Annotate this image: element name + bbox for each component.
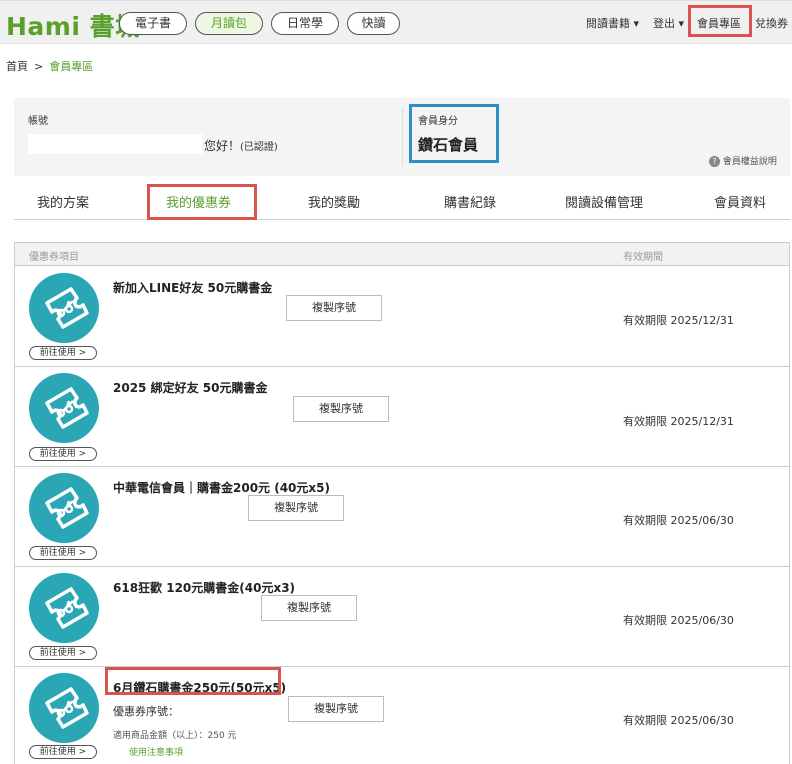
go-use-button[interactable]: 前往使用 > <box>29 447 97 461</box>
nav-quickread[interactable]: 快讀 <box>347 12 400 35</box>
col-expiry: 有效期間 <box>623 252 663 263</box>
help-icon: ? <box>709 156 720 167</box>
table-header: 優惠券項目 有效期間 <box>15 243 789 266</box>
tab-my-rewards[interactable]: 我的獎勵 <box>308 192 360 211</box>
account-label: 帳號 <box>28 116 48 127</box>
copy-serial-button[interactable]: 複製序號 <box>288 696 384 722</box>
member-rights-link[interactable]: ? 會員權益說明 <box>709 154 777 167</box>
serial-label: 優惠券序號： <box>113 705 179 718</box>
caret-down-icon: ▾ <box>678 17 685 30</box>
nav-ebook[interactable]: 電子書 <box>119 12 187 35</box>
top-bar: Hami 書城 電子書 月讀包 日常學 快讀 閱讀書籍 ▾ 登出 ▾ 會員專區 … <box>0 0 792 44</box>
breadcrumb-home[interactable]: 首頁 <box>6 60 28 73</box>
coupon-title: 618狂歡 120元購書金(40元x3) <box>113 581 296 595</box>
breadcrumb: 首頁 > 會員專區 <box>6 60 94 73</box>
nav-daily[interactable]: 日常學 <box>271 12 339 35</box>
copy-serial-button[interactable]: 複製序號 <box>286 295 382 321</box>
tab-purchase-history[interactable]: 購書紀錄 <box>444 192 496 211</box>
table-row: 前往使用 > 新加入LINE好友 50元購書金 複製序號 有效期限 2025/1… <box>15 267 789 367</box>
account-name-redacted <box>28 134 202 154</box>
logout-menu[interactable]: 登出 ▾ <box>653 15 684 31</box>
copy-serial-button[interactable]: 複製序號 <box>248 495 344 521</box>
member-tabs: 我的方案 我的優惠券 我的獎勵 購書紀錄 閱讀設備管理 會員資料 <box>14 182 790 220</box>
coupon-expiry: 有效期限 2025/06/30 <box>623 714 734 727</box>
go-use-button[interactable]: 前往使用 > <box>29 646 97 660</box>
coupon-ticket-icon <box>29 373 99 443</box>
member-zone-highlight <box>688 5 752 37</box>
usage-notes-link[interactable]: 使用注意事項 <box>129 745 183 758</box>
go-use-button[interactable]: 前往使用 > <box>29 546 97 560</box>
coupon-ticket-icon <box>29 473 99 543</box>
tab-member-profile[interactable]: 會員資料 <box>714 192 766 211</box>
caret-down-icon: ▾ <box>633 17 640 30</box>
tab-device-management[interactable]: 閱讀設備管理 <box>565 192 643 211</box>
coupon-title: 2025 綁定好友 50元購書金 <box>113 381 268 395</box>
go-use-button[interactable]: 前往使用 > <box>29 346 97 360</box>
coupon-expiry: 有效期限 2025/12/31 <box>623 415 734 428</box>
breadcrumb-current: 會員專區 <box>49 60 94 73</box>
coupons-tab-highlight <box>147 184 257 220</box>
table-row: 前往使用 > 618狂歡 120元購書金(40元x3) 複製序號 有效期限 20… <box>15 567 789 667</box>
min-amount: 適用商品金額（以上）：250 元 <box>113 731 237 741</box>
member-info-panel: 帳號 您好！(已認證) 會員身分 鑽石會員 ? 會員權益說明 <box>14 98 790 176</box>
tab-my-plan[interactable]: 我的方案 <box>37 192 89 211</box>
coupon-title: 新加入LINE好友 50元購書金 <box>113 281 273 295</box>
nav-monthly[interactable]: 月讀包 <box>195 12 263 35</box>
coupon-title-highlight <box>105 667 281 695</box>
divider <box>402 108 403 166</box>
copy-serial-button[interactable]: 複製序號 <box>293 396 389 422</box>
table-row: 前往使用 > 2025 綁定好友 50元購書金 複製序號 有效期限 2025/1… <box>15 367 789 467</box>
coupon-ticket-icon <box>29 273 99 343</box>
coupon-ticket-icon <box>29 673 99 743</box>
copy-serial-button[interactable]: 複製序號 <box>261 595 357 621</box>
coupon-title: 中華電信會員｜購書金200元 (40元x5) <box>113 481 330 495</box>
col-coupon-item: 優惠券項目 <box>29 252 79 263</box>
go-use-button[interactable]: 前往使用 > <box>29 745 97 759</box>
reading-list-menu[interactable]: 閱讀書籍 ▾ <box>586 15 639 31</box>
coupon-expiry: 有效期限 2025/06/30 <box>623 614 734 627</box>
member-status-highlight <box>409 104 499 163</box>
coupon-expiry: 有效期限 2025/06/30 <box>623 514 734 527</box>
coupon-expiry: 有效期限 2025/12/31 <box>623 314 734 327</box>
redeem-link[interactable]: 兌換券 <box>755 15 788 31</box>
table-row: 前往使用 > 中華電信會員｜購書金200元 (40元x5) 複製序號 有效期限 … <box>15 467 789 567</box>
coupon-ticket-icon <box>29 573 99 643</box>
account-greeting: 您好！(已認證) <box>204 139 278 153</box>
